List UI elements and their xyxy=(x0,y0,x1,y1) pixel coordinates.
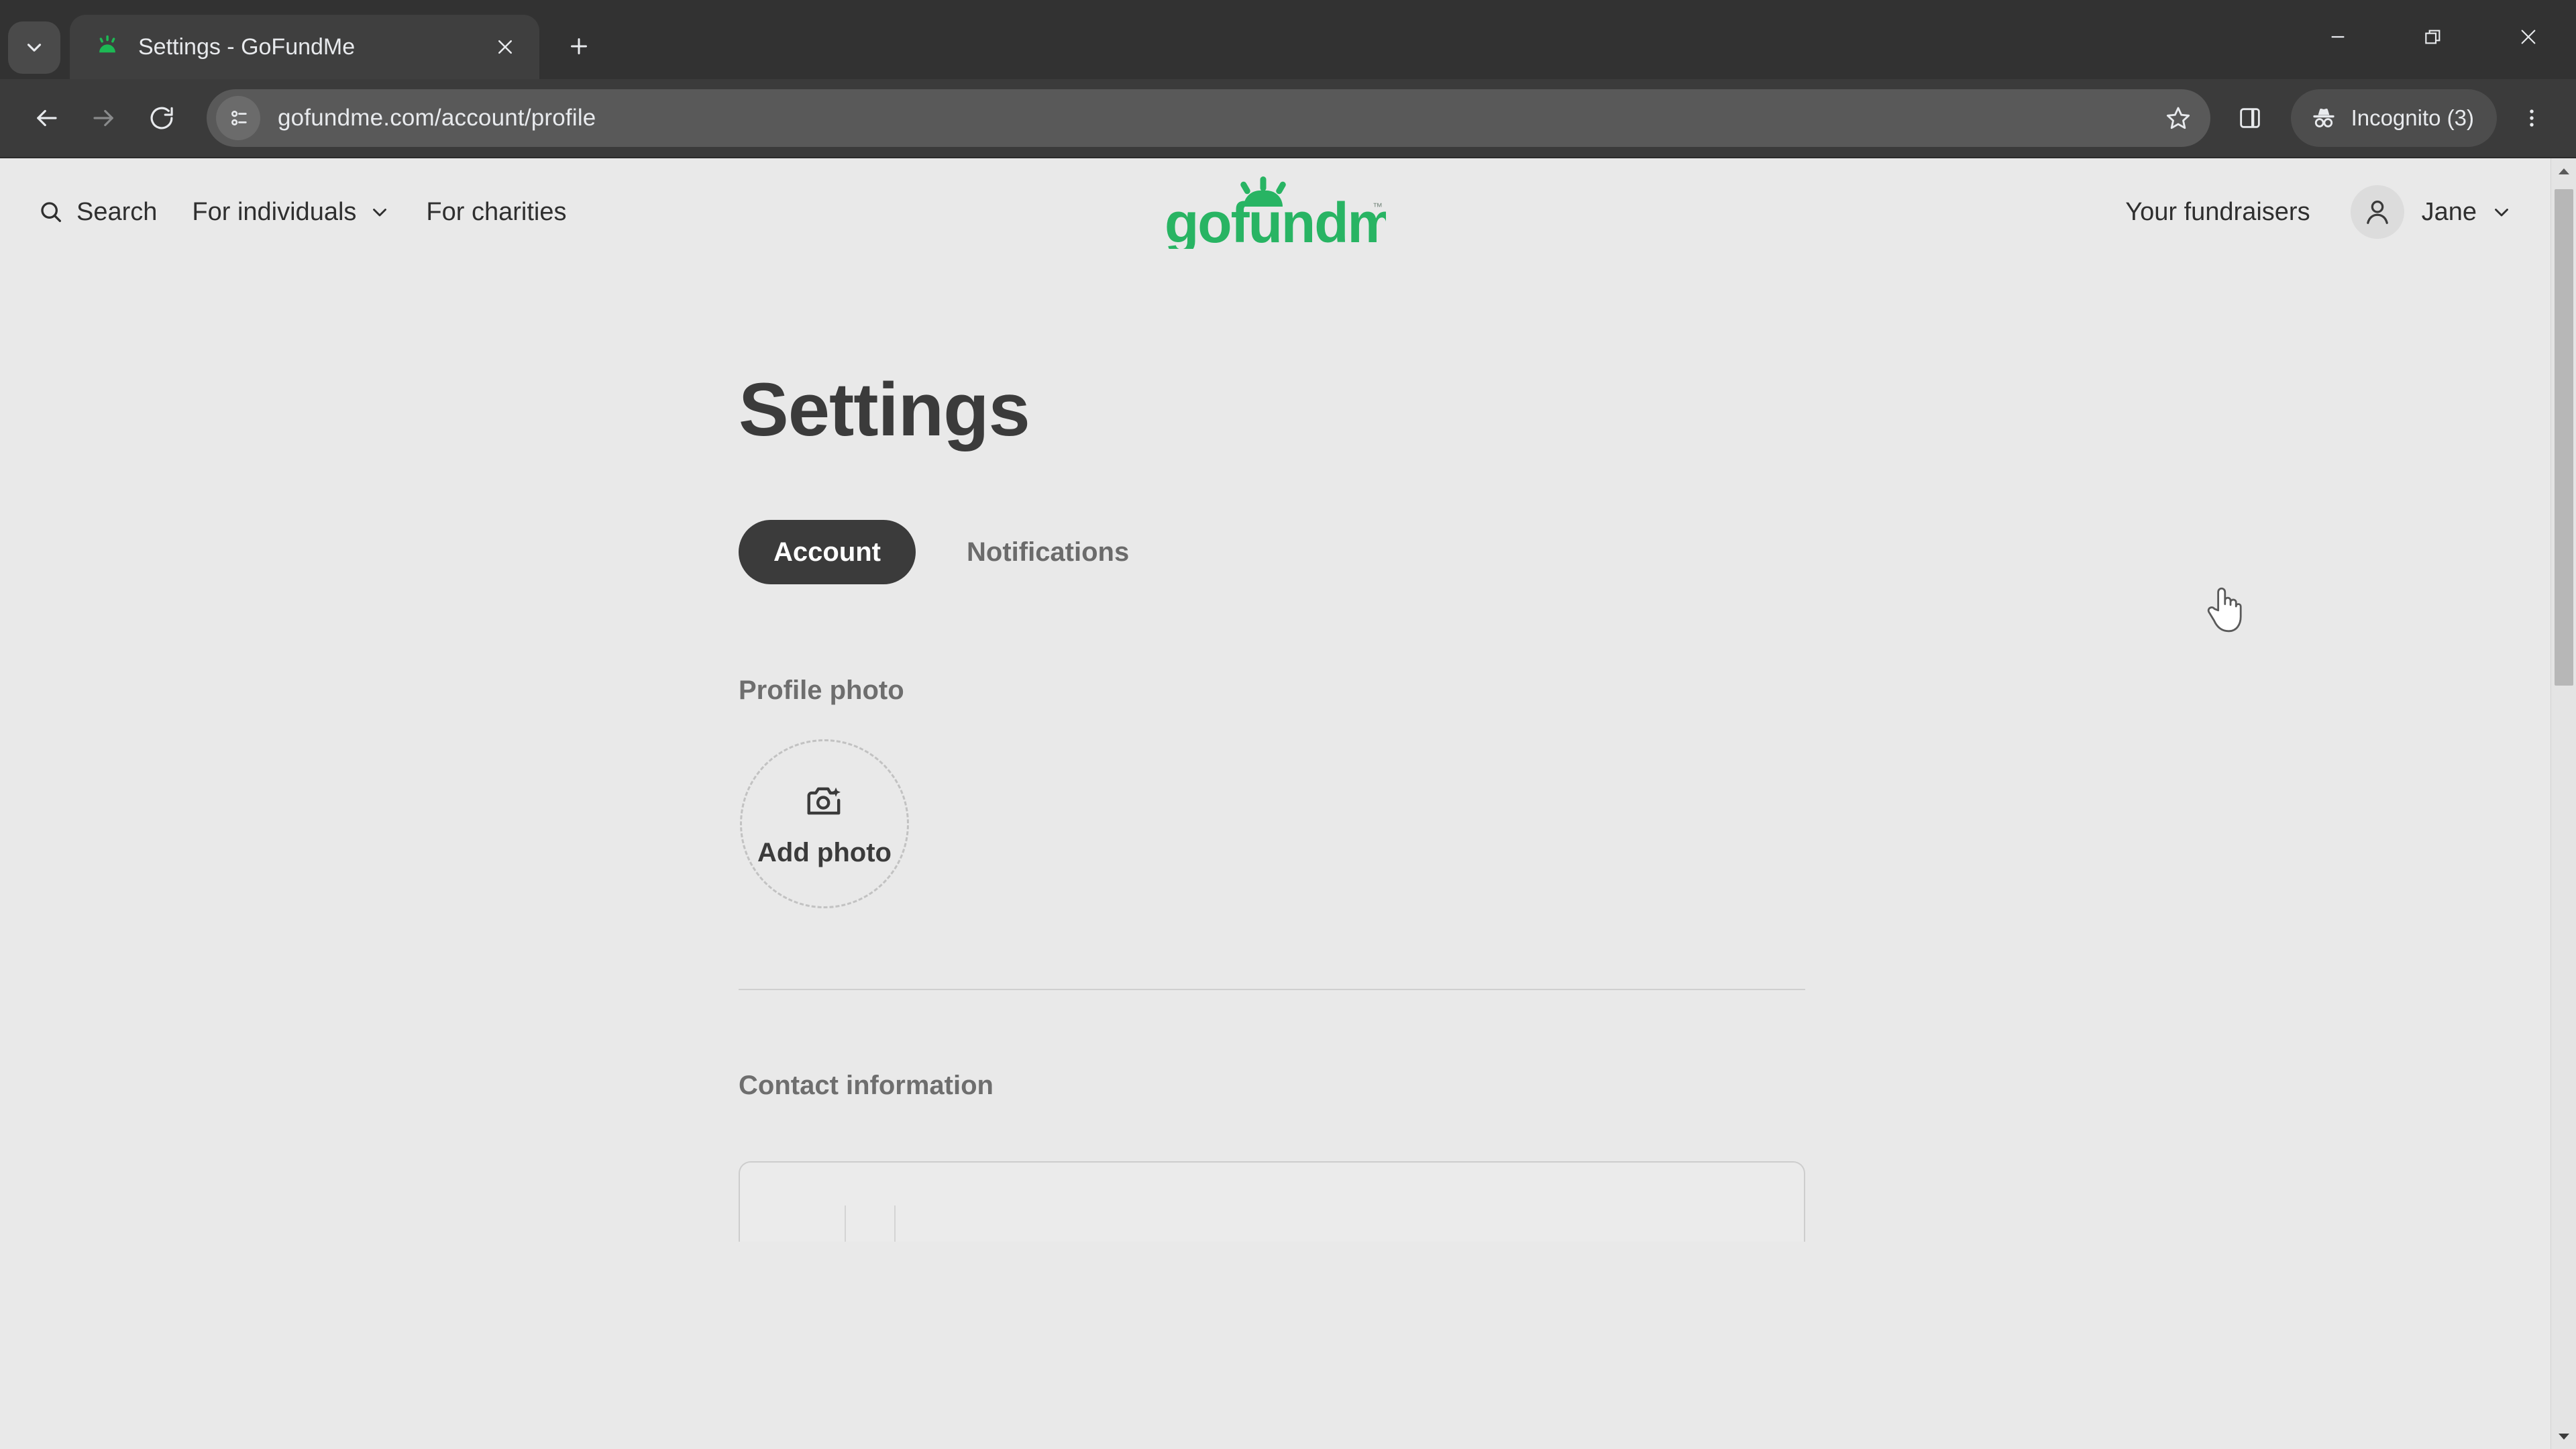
nav-item-for-charities[interactable]: For charities xyxy=(426,198,566,227)
page-scrollbar[interactable] xyxy=(2551,158,2576,1449)
camera-sparkle-icon xyxy=(807,787,841,814)
new-tab-button[interactable] xyxy=(554,21,604,71)
gofundme-favicon-icon xyxy=(93,32,122,62)
arrow-right-icon xyxy=(93,109,113,127)
browser-tab[interactable]: Settings - GoFundMe xyxy=(70,15,539,79)
chrome-menu-button[interactable] xyxy=(2505,89,2559,147)
bookmark-button[interactable] xyxy=(2153,93,2204,144)
nav-label-search: Search xyxy=(76,197,158,226)
minimize-button[interactable] xyxy=(2290,0,2385,74)
incognito-icon xyxy=(2312,108,2334,127)
address-bar[interactable]: gofundme.com/account/profile xyxy=(207,89,2210,147)
triangle-up-icon xyxy=(2559,168,2569,174)
url-text[interactable]: gofundme.com/account/profile xyxy=(278,105,596,131)
gofundme-logo-icon: gofundme ™ xyxy=(1165,176,1386,249)
triangle-down-icon xyxy=(2559,1434,2569,1440)
browser-window: Settings - GoFundMe gofundme.com/account… xyxy=(0,0,2576,1449)
window-controls xyxy=(2290,0,2576,74)
section-divider xyxy=(739,989,1805,990)
chevron-down-icon xyxy=(2495,209,2508,217)
close-icon xyxy=(2521,30,2536,44)
minimize-icon xyxy=(2331,36,2345,38)
search-icon xyxy=(41,202,62,222)
user-avatar-icon xyxy=(2366,201,2388,224)
incognito-label: Incognito (3) xyxy=(2351,105,2474,130)
reload-button[interactable] xyxy=(133,89,191,147)
incognito-indicator[interactable]: Incognito (3) xyxy=(2290,89,2497,147)
side-panel-icon xyxy=(2239,108,2260,128)
chevron-down-icon xyxy=(27,44,42,52)
gofundme-logo[interactable]: gofundme ™ xyxy=(1165,175,1386,249)
nav-item-for-individuals[interactable]: For individuals xyxy=(192,198,391,227)
primary-nav: Search For individuals For charities xyxy=(38,198,601,227)
contact-field-input[interactable] xyxy=(739,1161,1805,1242)
settings-content: Settings Account Notifications Profile p… xyxy=(739,366,1812,1242)
tune-icon xyxy=(231,111,247,125)
settings-tabs: Account Notifications xyxy=(739,520,1812,584)
side-panel-button[interactable] xyxy=(2221,89,2279,147)
tab-title: Settings - GoFundMe xyxy=(138,34,356,60)
scroll-up-button[interactable] xyxy=(2551,158,2576,184)
account-menu-button[interactable]: Jane xyxy=(2350,185,2513,239)
star-icon xyxy=(2166,107,2190,129)
tab-account[interactable]: Account xyxy=(739,520,916,584)
nav-item-your-fundraisers[interactable]: Your fundraisers xyxy=(2125,198,2310,227)
plus-icon xyxy=(571,38,587,54)
browser-toolbar: gofundme.com/account/profile Incognito (… xyxy=(0,79,2576,158)
scroll-down-button[interactable] xyxy=(2551,1424,2576,1449)
add-photo-dropzone[interactable]: Add photo xyxy=(740,739,909,908)
reload-icon xyxy=(150,107,173,129)
contact-information-label: Contact information xyxy=(739,1071,994,1100)
arrow-left-icon xyxy=(37,109,57,127)
nav-item-search[interactable]: Search xyxy=(38,198,157,227)
svg-text:gofundme: gofundme xyxy=(1165,191,1386,249)
page-viewport: Search For individuals For charities gof… xyxy=(0,158,2576,1449)
tab-strip: Settings - GoFundMe xyxy=(0,0,2576,79)
page-title: Settings xyxy=(739,368,1030,451)
nav-label-for-individuals: For individuals xyxy=(192,197,357,226)
web-page: Search For individuals For charities gof… xyxy=(0,158,2551,1449)
maximize-restore-button[interactable] xyxy=(2385,0,2481,74)
back-button[interactable] xyxy=(17,89,75,147)
tab-search-button[interactable] xyxy=(8,21,60,74)
add-photo-label: Add photo xyxy=(757,837,892,867)
chevron-down-icon xyxy=(373,209,387,217)
close-window-button[interactable] xyxy=(2481,0,2576,74)
svg-text:™: ™ xyxy=(1373,201,1383,213)
restore-icon xyxy=(2425,30,2440,44)
site-settings-button[interactable] xyxy=(216,96,260,140)
field-divider-secondary xyxy=(894,1205,896,1242)
forward-button[interactable] xyxy=(75,89,133,147)
tab-notifications[interactable]: Notifications xyxy=(932,520,1164,584)
nav-label-for-charities: For charities xyxy=(426,197,567,226)
close-tab-icon[interactable] xyxy=(488,30,522,64)
scrollbar-thumb[interactable] xyxy=(2555,189,2573,686)
site-header: Search For individuals For charities gof… xyxy=(0,158,2551,266)
secondary-nav: Your fundraisers Jane xyxy=(2125,185,2513,239)
avatar xyxy=(2350,185,2404,239)
field-divider xyxy=(845,1205,846,1242)
profile-photo-label: Profile photo xyxy=(739,676,904,705)
account-name: Jane xyxy=(2421,197,2477,226)
more-vertical-icon xyxy=(2530,109,2534,127)
